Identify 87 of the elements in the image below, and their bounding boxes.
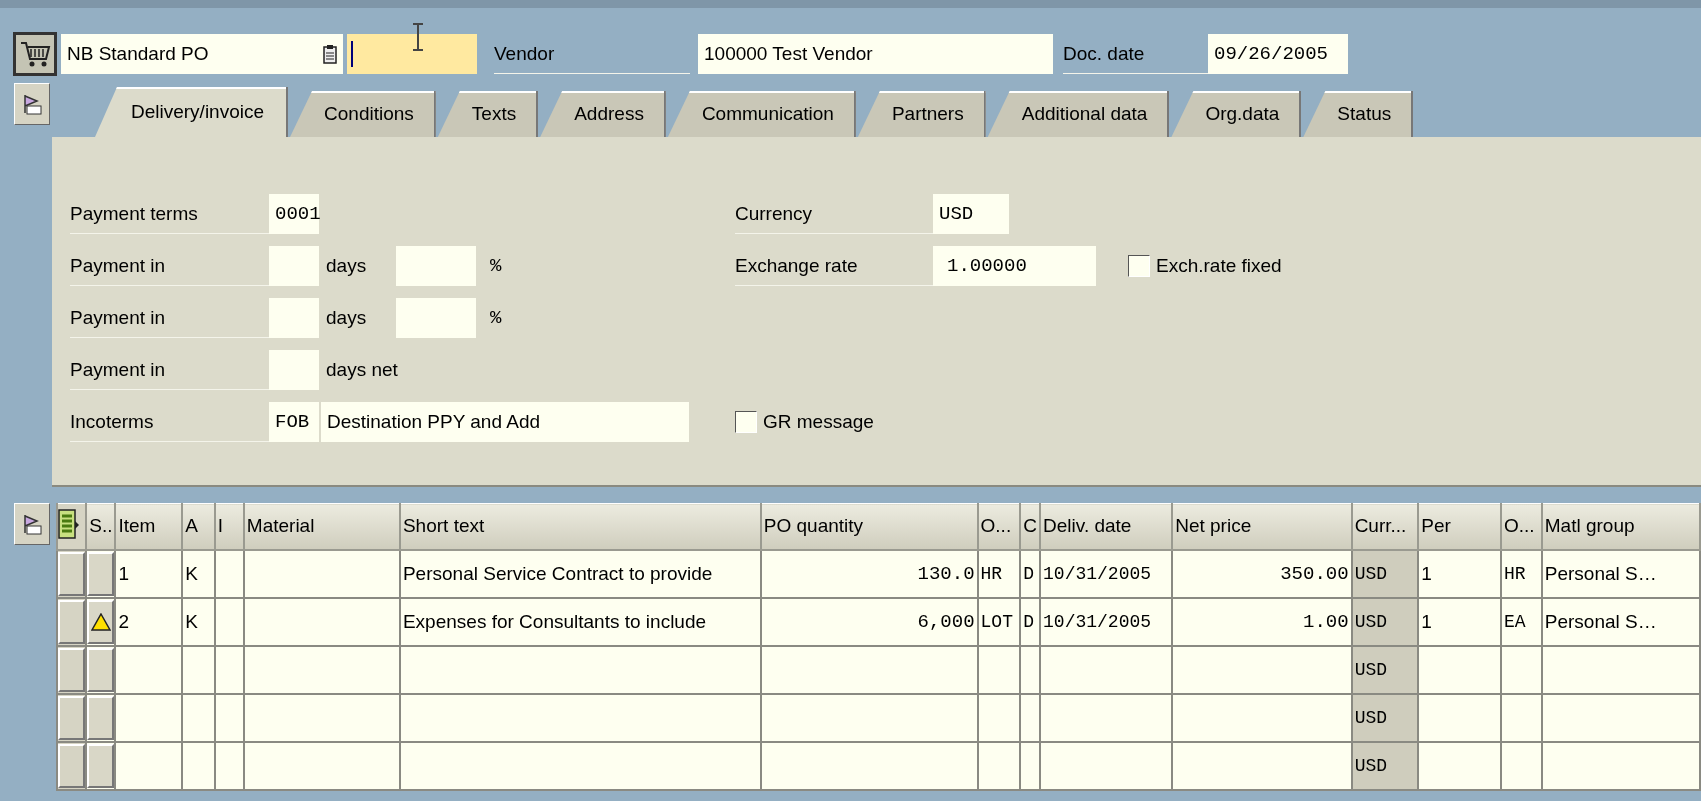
column-header[interactable]: I [214, 503, 244, 550]
tab[interactable]: Partners [857, 91, 986, 137]
cart-icon [19, 39, 51, 69]
vendor-field[interactable]: 100000 Test Vendor [698, 34, 1053, 74]
text-cursor-icon [411, 22, 425, 52]
table-cell: Personal Service Contract to provide [399, 549, 761, 598]
column-header[interactable]: Net price [1172, 503, 1352, 550]
tab[interactable]: Address [540, 91, 666, 137]
flag-icon [21, 92, 43, 116]
vendor-label: Vendor [494, 34, 690, 74]
table-cell: USD [1351, 693, 1419, 742]
days-field[interactable] [269, 298, 319, 338]
table-cell: 10/31/2005 [1040, 597, 1173, 646]
percent-field[interactable] [396, 246, 476, 286]
column-header[interactable]: Material [243, 503, 400, 550]
column-header[interactable]: A [182, 503, 215, 550]
column-header[interactable]: PO quantity [760, 503, 978, 550]
percent-field[interactable] [396, 298, 476, 338]
days-field[interactable] [269, 246, 319, 286]
column-header[interactable]: Short text [399, 503, 761, 550]
table-cell: K [182, 549, 215, 598]
unit-label: days [326, 307, 368, 329]
table-cell: D [1020, 549, 1041, 598]
table-cell: 1.00 [1172, 597, 1352, 646]
table-cell: LOT [977, 597, 1021, 646]
table-cell: 1 [1418, 597, 1501, 646]
row-selector[interactable] [58, 647, 85, 692]
column-settings-icon[interactable] [58, 508, 80, 539]
incoterms-code-field[interactable]: FOB [269, 402, 319, 442]
table-cell: 1 [115, 549, 183, 598]
unit-label: days net [326, 359, 396, 381]
table-cell: 350.00 [1172, 549, 1352, 598]
table-cell: 2 [115, 597, 183, 646]
percent-sign: % [490, 307, 502, 329]
table-cell: 1 [1418, 549, 1501, 598]
column-header[interactable]: Deliv. date [1040, 503, 1173, 550]
table-cell: EA [1501, 597, 1542, 646]
table-cell: Personal S… [1541, 549, 1700, 598]
toggle-items-button[interactable] [14, 503, 50, 545]
table-cell: USD [1351, 741, 1419, 790]
table-cell: Personal S… [1541, 597, 1700, 646]
tab[interactable]: Texts [437, 91, 539, 137]
checkbox[interactable]: GR message [735, 411, 874, 433]
table-cell: USD [1351, 549, 1419, 598]
row-selector[interactable] [58, 551, 85, 596]
column-header[interactable]: Per [1418, 503, 1501, 550]
tab[interactable]: Communication [667, 91, 856, 137]
days-field[interactable] [269, 350, 319, 390]
clipboard-icon[interactable] [323, 44, 337, 64]
table-cell: HR [977, 549, 1021, 598]
table-cell: D [1020, 597, 1041, 646]
document-type-field[interactable]: NB Standard PO [61, 34, 343, 74]
row-selector[interactable] [58, 599, 85, 644]
status-button[interactable] [88, 599, 114, 644]
column-header[interactable]: O... [977, 503, 1021, 550]
table-cell: USD [1351, 597, 1419, 646]
unit-label: days [326, 255, 368, 277]
table-cell: HR [1501, 549, 1542, 598]
row-selector[interactable] [58, 695, 85, 740]
column-header[interactable]: Item [115, 503, 183, 550]
tab[interactable]: Conditions [290, 91, 436, 137]
column-header[interactable]: Curr... [1351, 503, 1419, 550]
percent-sign: % [490, 255, 502, 277]
table-cell: 130.0 [760, 549, 978, 598]
cart-button[interactable] [13, 32, 57, 76]
checkbox[interactable]: Exch.rate fixed [1128, 255, 1282, 277]
table-cell: Expenses for Consultants to include [399, 597, 761, 646]
column-header[interactable]: S.. [86, 503, 116, 550]
column-header[interactable]: Matl group [1541, 503, 1700, 550]
payment-terms-field[interactable]: 0001 [269, 194, 319, 234]
doc-date-field[interactable]: 09/26/2005 [1208, 34, 1348, 74]
exchange-rate-field[interactable]: 1.00000 [933, 246, 1096, 286]
table-cell: 10/31/2005 [1040, 549, 1173, 598]
table-cell: 6,000 [760, 597, 978, 646]
column-header[interactable]: C [1020, 503, 1041, 550]
tab[interactable]: Additional data [987, 91, 1170, 137]
row-selector[interactable] [58, 743, 85, 788]
toggle-header-button[interactable] [14, 83, 50, 125]
warning-icon [90, 612, 111, 631]
currency-field[interactable]: USD [933, 194, 1009, 234]
table-cell: K [182, 597, 215, 646]
table-cell: USD [1351, 645, 1419, 694]
tab[interactable]: Org.data [1171, 91, 1302, 137]
tab[interactable]: Status [1303, 91, 1414, 137]
tab[interactable]: Delivery/invoice [95, 87, 289, 137]
column-header[interactable]: O... [1501, 503, 1542, 550]
incoterms-text-field[interactable]: Destination PPY and Add [321, 402, 689, 442]
